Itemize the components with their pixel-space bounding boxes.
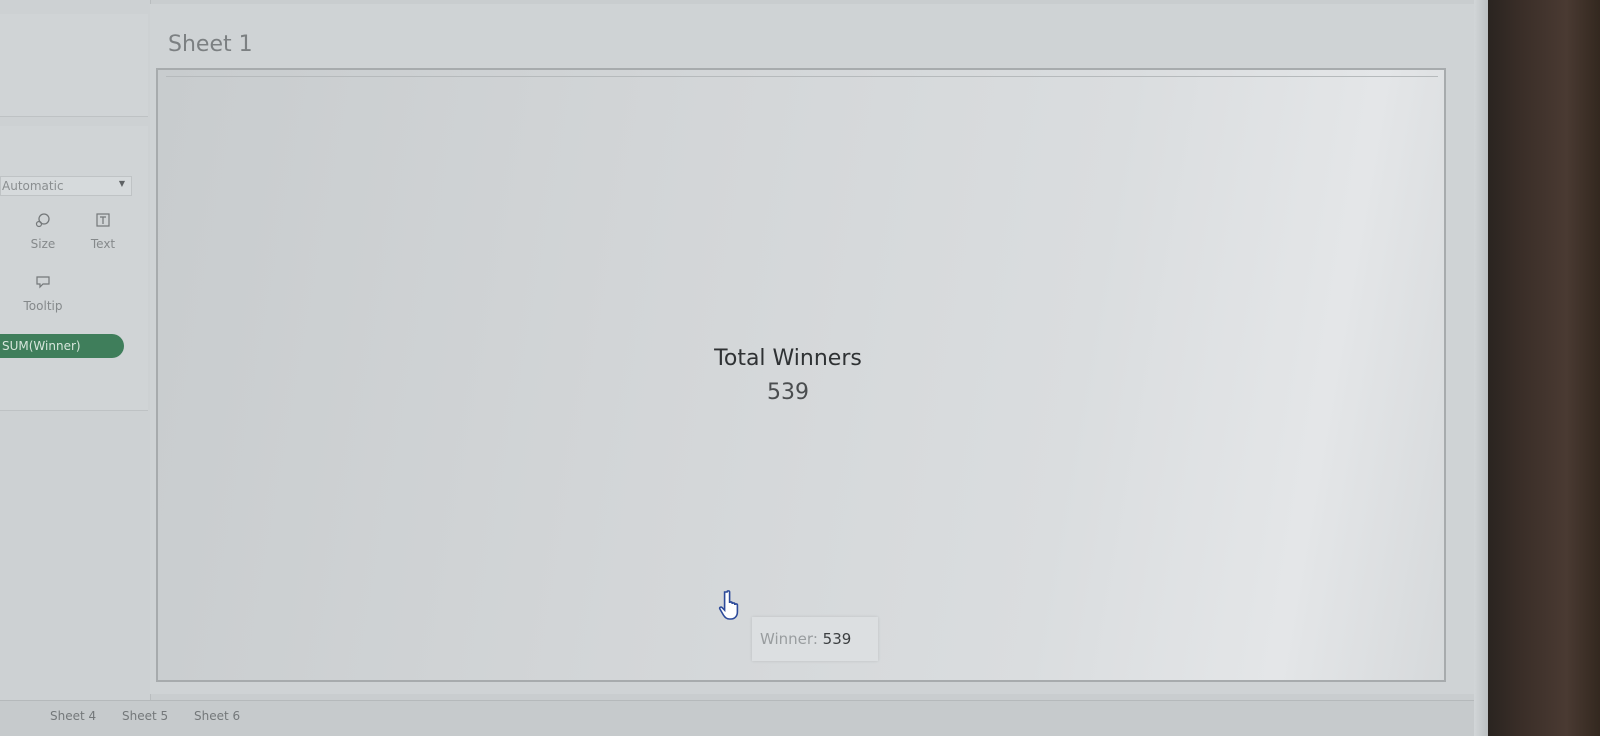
tab-sheet-5[interactable]: Sheet 5 (122, 709, 168, 723)
tooltip-icon (20, 274, 66, 295)
size-label: Size (30, 237, 56, 251)
tab-sheet-6[interactable]: Sheet 6 (194, 709, 240, 723)
hand-cursor-icon (718, 588, 744, 624)
marks-card (0, 126, 148, 411)
tooltip-key: Winner: (760, 630, 818, 648)
monitor-bezel (1488, 0, 1600, 736)
chevron-down-icon: ▼ (118, 179, 125, 188)
size-button[interactable]: Size (20, 212, 66, 251)
tooltip-value: 539 (822, 630, 852, 648)
tooltip-button[interactable]: Tooltip (20, 274, 66, 313)
filters-shelf[interactable] (0, 14, 148, 117)
text-button[interactable]: Text (80, 212, 126, 251)
sum-winner-pill[interactable]: SUM(Winner) (0, 334, 124, 358)
tooltip-label: Tooltip (23, 299, 63, 313)
tooltip-popup: Winner: 539 (752, 617, 878, 661)
kpi-value[interactable]: 539 (588, 380, 988, 405)
visualization-frame[interactable] (156, 68, 1446, 682)
mark-type-dropdown[interactable]: Automatic ▼ (0, 176, 132, 196)
sheet-tab-strip: Sheet 4 Sheet 5 Sheet 6 (0, 700, 1474, 736)
text-label: Text (90, 237, 116, 251)
marks-panel: Automatic ▼ Size Text Tooltip SUM(Winner… (0, 0, 151, 700)
divider (166, 76, 1438, 77)
tab-sheet-4[interactable]: Sheet 4 (50, 709, 96, 723)
size-icon (20, 212, 66, 233)
sheet-title: Sheet 1 (168, 32, 253, 57)
mark-type-value: Automatic (2, 179, 64, 193)
text-icon (80, 212, 126, 233)
kpi-title: Total Winners (714, 346, 862, 371)
